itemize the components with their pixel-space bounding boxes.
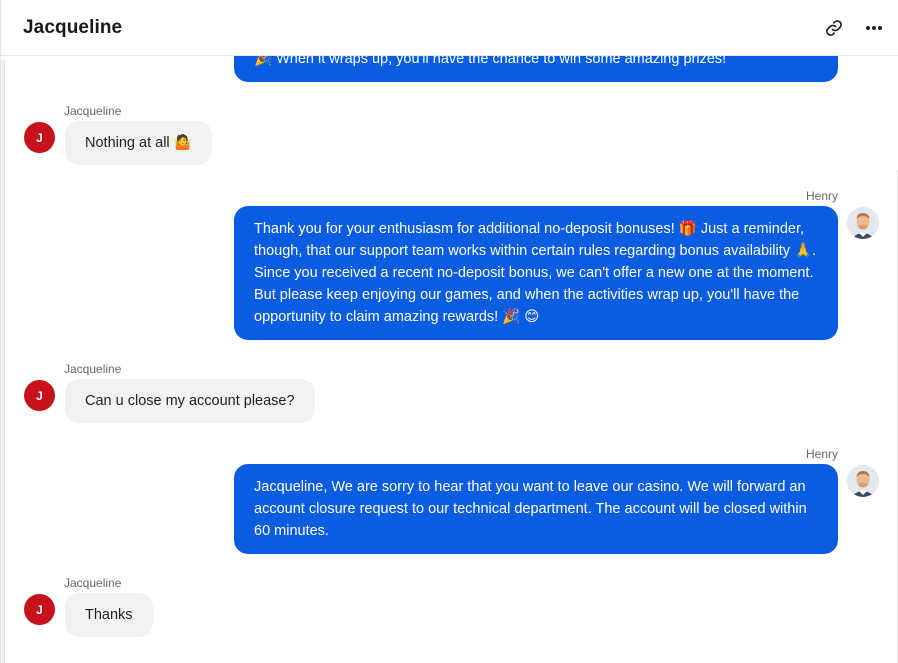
agent-avatar xyxy=(847,465,879,497)
sender-name: Henry xyxy=(805,189,838,203)
incoming-message: Thanks xyxy=(65,593,153,637)
avatar: J xyxy=(24,380,55,411)
message-text: Jacqueline, We are sorry to hear that yo… xyxy=(254,479,807,539)
sender-name: Jacqueline xyxy=(64,104,122,118)
avatar: J xyxy=(24,122,55,153)
message-text: Thank you for your enthusiasm for additi… xyxy=(254,221,817,325)
avatar: J xyxy=(24,594,55,625)
message-text: Can u close my account please? xyxy=(85,393,295,409)
outgoing-message: Jacqueline, We are sorry to hear that yo… xyxy=(234,464,838,554)
conversation-header: Jacqueline xyxy=(1,0,898,56)
conversation-title: Jacqueline xyxy=(23,16,123,38)
incoming-message: Nothing at all 🤷 xyxy=(65,121,212,165)
message-text: Nothing at all 🤷 xyxy=(85,135,192,151)
incoming-message: Can u close my account please? xyxy=(65,379,315,423)
link-icon[interactable] xyxy=(823,17,845,39)
outgoing-message: Thank you for your enthusiasm for additi… xyxy=(234,206,838,340)
message-text: 🎉 When it wraps up, you'll have the chan… xyxy=(254,56,727,67)
sender-name: Jacqueline xyxy=(64,362,122,376)
sender-name: Jacqueline xyxy=(64,576,122,590)
message-text: Thanks xyxy=(85,607,133,623)
chat-window: Jacqueline 🎉 When it wraps up, you'll ha… xyxy=(0,0,898,663)
message-list[interactable]: 🎉 When it wraps up, you'll have the chan… xyxy=(1,56,898,663)
outgoing-message: 🎉 When it wraps up, you'll have the chan… xyxy=(234,56,838,82)
agent-avatar xyxy=(847,207,879,239)
more-horizontal-icon[interactable] xyxy=(863,17,885,39)
sender-name: Henry xyxy=(805,447,838,461)
